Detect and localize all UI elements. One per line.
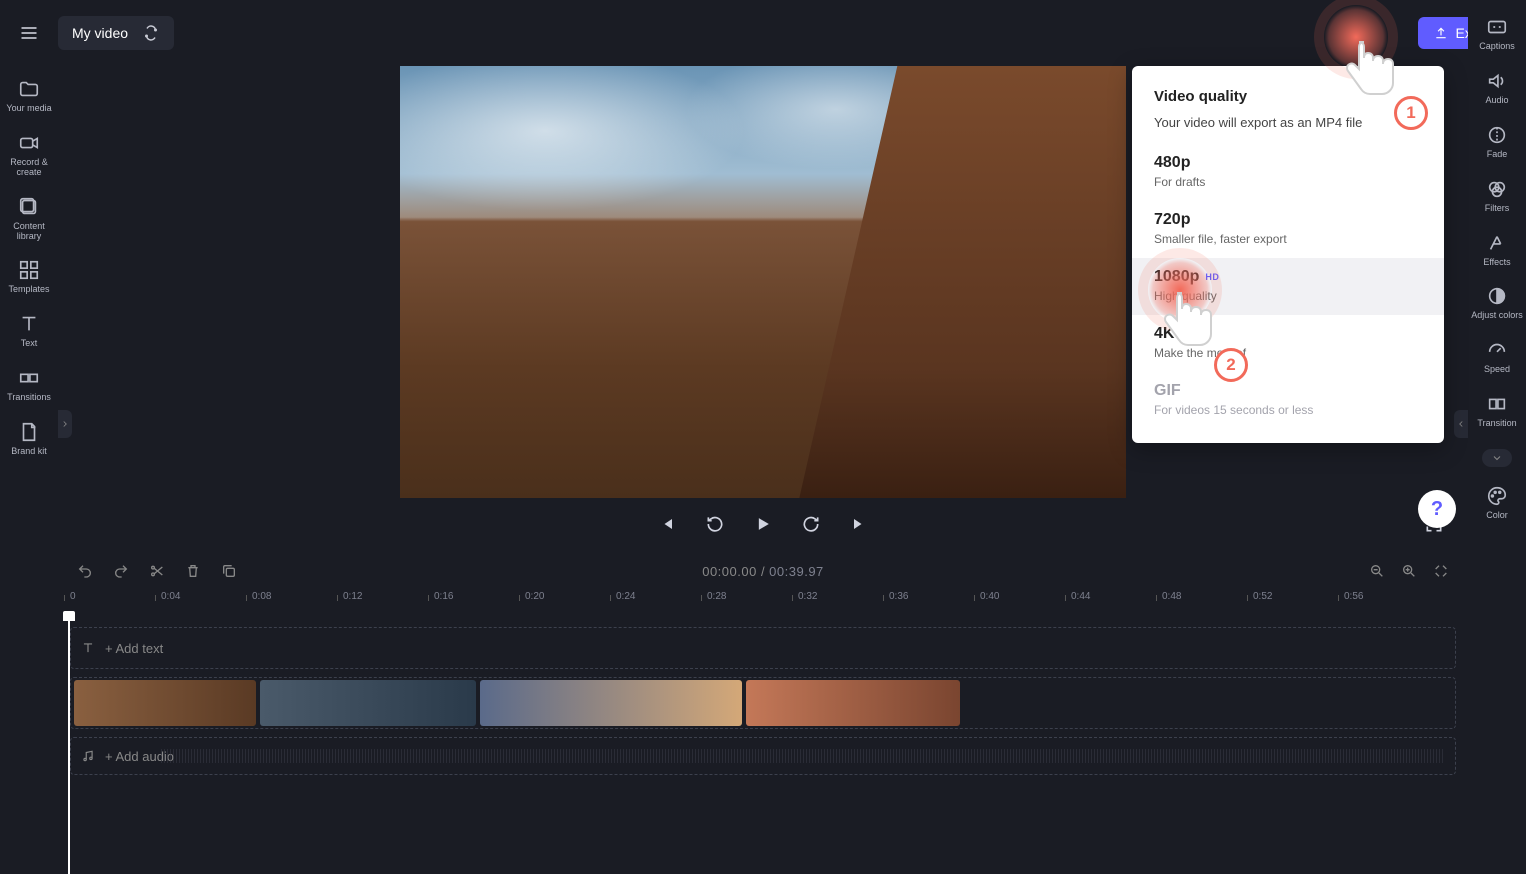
ruler-tick: 0:20 [525,591,544,602]
quality-option-480p[interactable]: 480p For drafts [1154,144,1422,201]
library-icon [18,196,40,218]
sidebar-item-transition[interactable]: Transition [1477,393,1516,429]
ruler-tick: 0:08 [252,591,271,602]
undo-button[interactable] [76,562,94,580]
duplicate-button[interactable] [220,562,238,580]
delete-button[interactable] [184,562,202,580]
quality-option-720p[interactable]: 720p Smaller file, faster export [1154,201,1422,258]
ruler-tick: 0:16 [434,591,453,602]
effects-icon [1486,232,1508,254]
quality-option-4k[interactable]: 4KUHD Make the most of [1154,315,1422,372]
sidebar-item-transitions[interactable]: Transitions [7,367,51,403]
export-popover-subtitle: Your video will export as an MP4 file [1154,115,1422,130]
ruler-tick: 0 [70,591,76,602]
forward-button[interactable] [799,512,823,536]
sidebar-item-text[interactable]: Text [18,313,40,349]
tutorial-step-badge-2: 2 [1214,348,1248,382]
camera-icon [18,132,40,154]
ruler-tick: 0:32 [798,591,817,602]
redo-button[interactable] [112,562,130,580]
fade-icon [1486,124,1508,146]
ruler-tick: 0:44 [1071,591,1090,602]
zoom-in-button[interactable] [1400,562,1418,580]
speed-icon [1486,339,1508,361]
video-preview[interactable] [400,66,1126,498]
ruler-tick: 0:40 [980,591,999,602]
quality-option-1080p[interactable]: 1080pHD High quality [1132,258,1444,315]
chevron-down-icon [1491,452,1503,464]
left-sidebar: Your media Record & create Content libra… [0,66,58,874]
quality-option-gif[interactable]: GIF For videos 15 seconds or less [1154,372,1422,429]
music-icon [81,749,95,763]
filters-icon [1486,178,1508,200]
video-track[interactable] [70,677,1456,729]
text-icon [18,313,40,335]
project-title: My video [72,25,128,41]
sidebar-item-captions[interactable]: Captions [1479,16,1515,52]
ruler-tick: 0:04 [161,591,180,602]
transition-icon [1486,393,1508,415]
skip-back-button[interactable] [655,512,679,536]
rewind-button[interactable] [703,512,727,536]
timeline-ruler[interactable]: 0 0:04 0:08 0:12 0:16 0:20 0:24 0:28 0:32 0:36 0:4… [70,591,1468,615]
ruler-tick: 0:56 [1344,591,1363,602]
text-track[interactable]: + Add text [70,627,1456,669]
clip-2[interactable] [260,680,476,726]
ruler-tick: 0:24 [616,591,635,602]
sidebar-item-your-media[interactable]: Your media [6,78,51,114]
upload-icon [1434,26,1448,40]
brand-icon [18,421,40,443]
timeline-tracks: + Add text + Add audio [58,615,1468,874]
color-icon [1486,485,1508,507]
clip-1[interactable] [74,680,256,726]
transitions-icon [18,367,40,389]
ruler-tick: 0:12 [343,591,362,602]
tutorial-step-badge-1: 1 [1394,96,1428,130]
fit-button[interactable] [1432,562,1450,580]
sidebar-item-fade[interactable]: Fade [1486,124,1508,160]
transport-controls [58,512,1468,536]
timeline: 00:00.00 / 00:39.97 0 0:04 0:08 0:12 0:16 0:2… [58,551,1468,874]
sidebar-item-record-create[interactable]: Record & create [0,132,58,178]
zoom-out-button[interactable] [1368,562,1386,580]
ruler-tick: 0:28 [707,591,726,602]
sidebar-item-filters[interactable]: Filters [1485,178,1510,214]
sidebar-item-speed[interactable]: Speed [1484,339,1510,375]
captions-icon [1486,16,1508,38]
ruler-tick: 0:36 [889,591,908,602]
sidebar-item-color[interactable]: Color [1486,485,1508,521]
top-bar: My video Export [0,0,1526,66]
folder-icon [18,78,40,100]
clip-4[interactable] [746,680,960,726]
right-sidebar: Captions Audio Fade Filters Effects Adju… [1468,0,1526,874]
sidebar-item-brand-kit[interactable]: Brand kit [11,421,47,457]
audio-icon [1486,70,1508,92]
sidebar-item-adjust-colors[interactable]: Adjust colors [1471,285,1523,321]
project-title-pill[interactable]: My video [58,16,174,50]
sync-icon [142,24,160,42]
play-button[interactable] [751,512,775,536]
split-button[interactable] [148,562,166,580]
timeline-toolbar: 00:00.00 / 00:39.97 [58,551,1468,591]
sidebar-item-templates[interactable]: Templates [8,259,49,295]
sidebar-item-content-library[interactable]: Content library [0,196,58,242]
right-sidebar-more[interactable] [1482,449,1512,467]
audio-track[interactable]: + Add audio [70,737,1456,775]
playhead[interactable] [68,615,70,874]
ruler-tick: 0:52 [1253,591,1272,602]
text-icon [81,641,95,655]
grid-icon [18,259,40,281]
export-popover-heading: Video quality [1154,88,1422,105]
ruler-tick: 0:48 [1162,591,1181,602]
skip-forward-button[interactable] [847,512,871,536]
sidebar-item-audio[interactable]: Audio [1485,70,1508,106]
sidebar-item-effects[interactable]: Effects [1483,232,1510,268]
clip-3[interactable] [480,680,742,726]
help-button[interactable]: ? [1418,490,1456,528]
timeline-time: 00:00.00 / 00:39.97 [702,564,824,579]
menu-button[interactable] [14,18,44,48]
adjust-icon [1486,285,1508,307]
